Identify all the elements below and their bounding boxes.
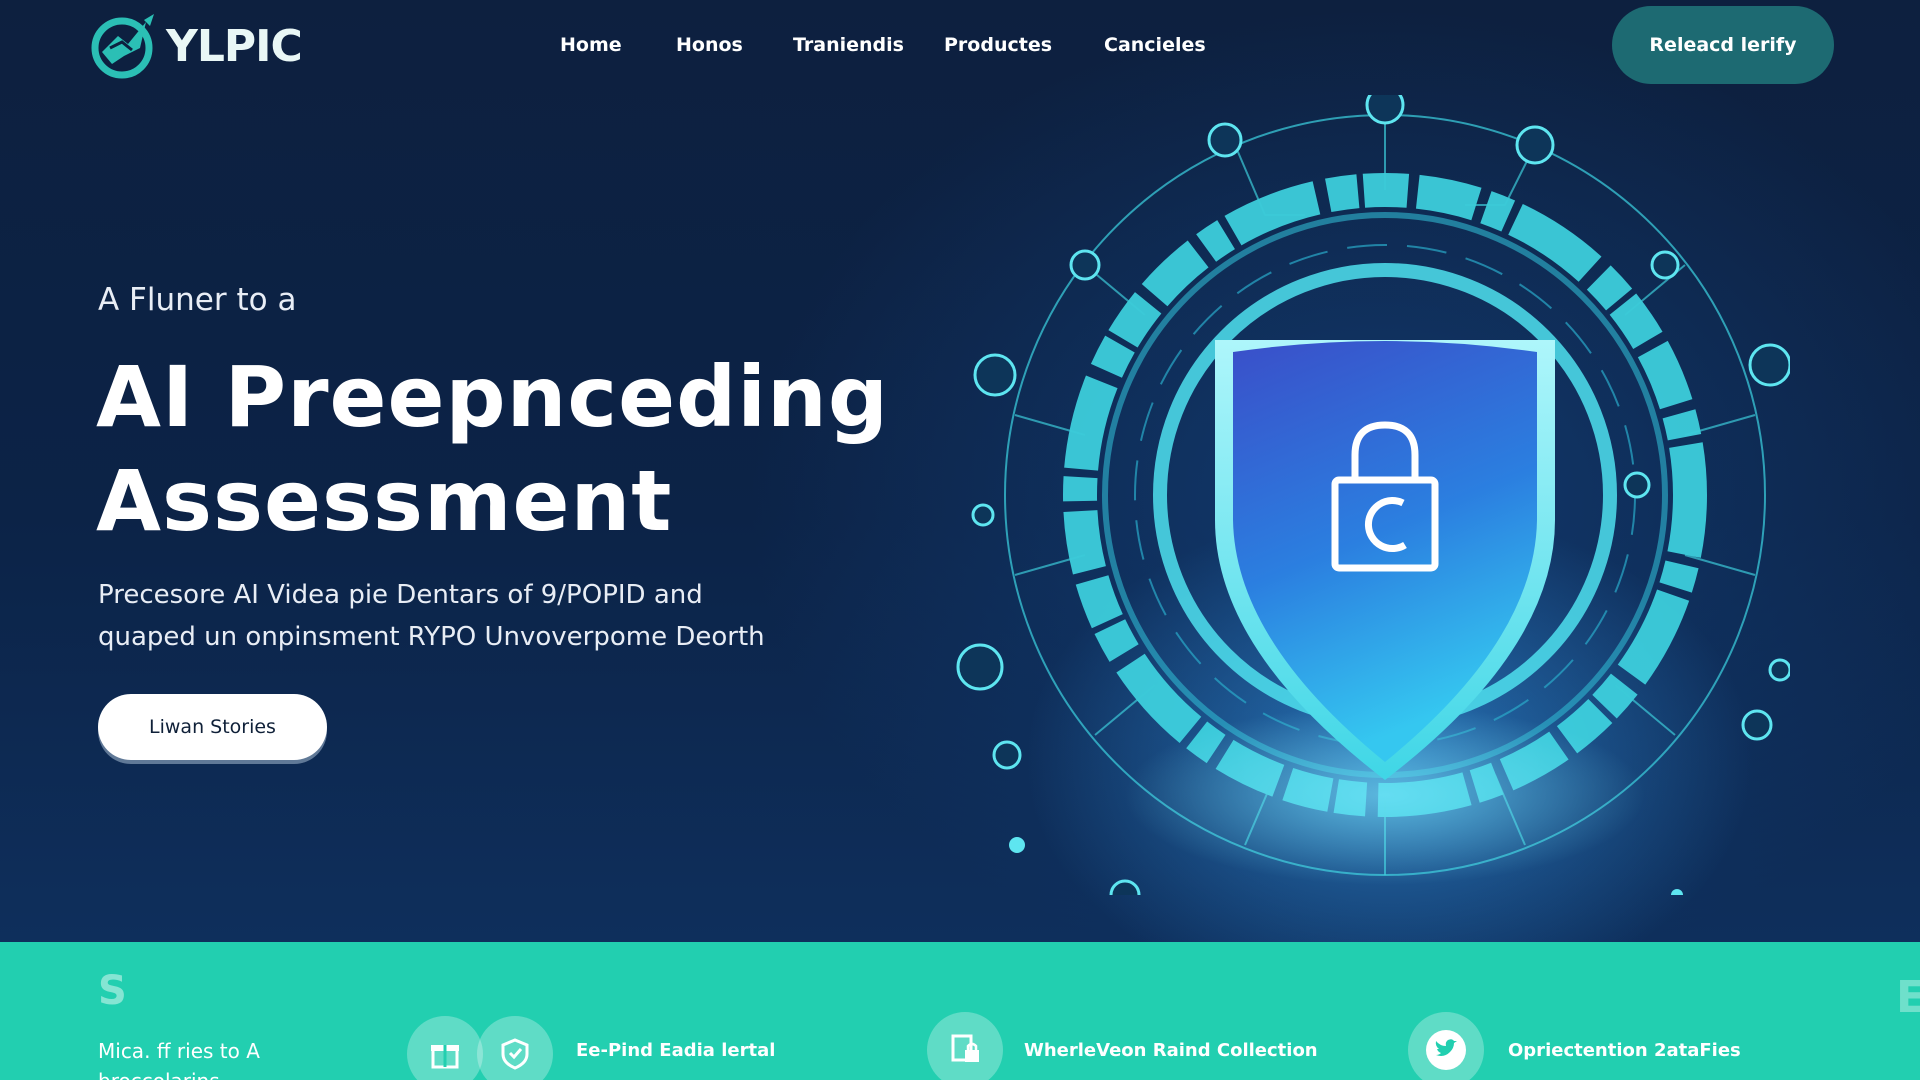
hero-section: YLPIC Home Honos Traniendis Productes Ca… — [0, 0, 1920, 942]
band-intro-line1: Mica. ff ries to A — [98, 1039, 260, 1063]
nav-item-honos[interactable]: Honos — [676, 30, 793, 60]
gift-icon-glyph — [431, 1045, 459, 1069]
brand-logo[interactable]: YLPIC — [88, 6, 303, 86]
hero-cta-button[interactable]: Liwan Stories — [98, 694, 327, 760]
main-nav: Home Honos Traniendis Productes Canciele… — [560, 30, 1224, 60]
feature-label-3[interactable]: Opriectention 2ataFies — [1508, 1040, 1741, 1061]
band-glyph-left: S — [98, 968, 127, 1014]
hero-subtext: Precesore AI Videa pie Dentars of 9/POPI… — [98, 574, 798, 658]
shield-padlock-icon — [956, 95, 1790, 895]
twitter-bird-icon[interactable] — [1408, 1012, 1484, 1080]
nav-item-cancieles[interactable]: Cancieles — [1104, 30, 1224, 60]
shield-bird-logo-icon — [91, 14, 154, 79]
hero-eyebrow: A Fluner to a — [98, 282, 297, 318]
gift-icon[interactable] — [407, 1016, 483, 1080]
band-intro: Mica. ff ries to A broccolarins — [98, 1036, 298, 1080]
nav-item-home[interactable]: Home — [560, 30, 676, 60]
band-intro-line2: broccolarins — [98, 1069, 220, 1080]
document-lock-icon-glyph — [951, 1034, 979, 1062]
header-cta-button[interactable]: Releacd lerify — [1612, 6, 1834, 84]
feature-label-1[interactable]: Ee-Pind Eadia lertal — [576, 1040, 775, 1061]
hero-subtext-line2: quaped un onpinsment RYPO Unvoverpome De… — [98, 622, 765, 652]
band-glyph-right: E — [1896, 972, 1920, 1023]
hero-headline-line1: AI Preepnceding — [96, 348, 889, 446]
feature-band: S E Mica. ff ries to A broccolarins Ee-P… — [0, 942, 1920, 1080]
feature-label-2[interactable]: WherleVeon Raind Collection — [1024, 1040, 1318, 1061]
twitter-bird-icon-glyph — [1426, 1030, 1466, 1070]
nav-item-productes[interactable]: Productes — [944, 30, 1104, 60]
nav-item-traniendis[interactable]: Traniendis — [793, 30, 944, 60]
document-lock-icon[interactable] — [927, 1012, 1003, 1080]
hero-headline: AI Preepnceding Assessment — [96, 345, 896, 553]
hero-subtext-line1: Precesore AI Videa pie Dentars of 9/POPI… — [98, 580, 703, 610]
brand-name: YLPIC — [166, 20, 303, 72]
hero-headline-line2: Assessment — [96, 452, 673, 550]
shield-badge-icon[interactable] — [477, 1016, 553, 1080]
shield-badge-icon-glyph — [501, 1038, 529, 1070]
